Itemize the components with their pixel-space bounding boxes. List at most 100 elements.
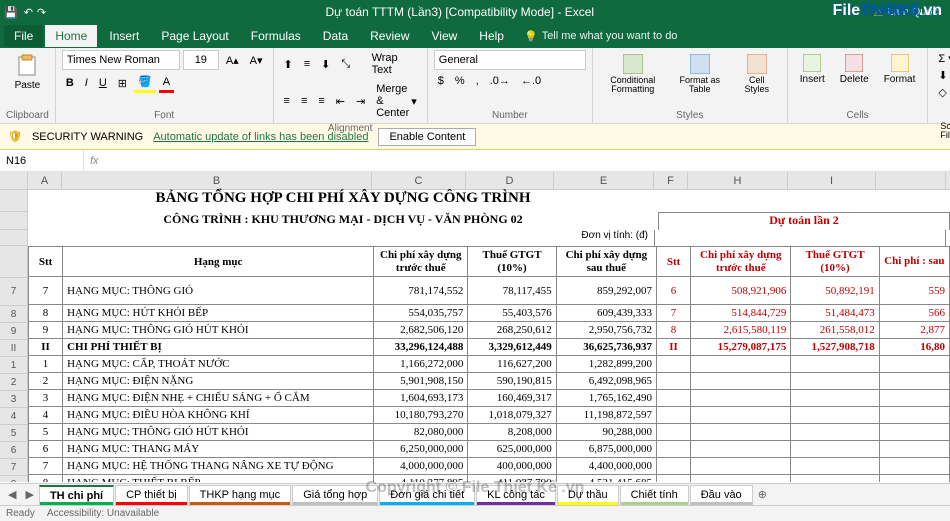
cell[interactable]: HẠNG MỤC: ĐIỀU HÒA KHÔNG KHÍ xyxy=(63,407,374,424)
row-header[interactable]: 1 xyxy=(0,357,28,374)
cell[interactable]: 1,765,162,490 xyxy=(556,390,656,407)
cell[interactable]: 82,080,000 xyxy=(374,424,468,441)
col-I[interactable]: I xyxy=(788,172,876,189)
comma-icon[interactable]: , xyxy=(472,73,483,89)
col-H[interactable]: H xyxy=(688,172,788,189)
tell-me[interactable]: 💡 Tell me what you want to do xyxy=(524,30,677,43)
row-header[interactable]: 4 xyxy=(0,408,28,425)
row-header[interactable]: 3 xyxy=(0,391,28,408)
cell[interactable]: 590,190,815 xyxy=(468,373,556,390)
row-header[interactable]: 5 xyxy=(0,425,28,442)
cell[interactable]: 116,627,200 xyxy=(468,356,556,373)
sheet-tab[interactable]: CP thiết bị xyxy=(115,485,188,505)
cell[interactable] xyxy=(691,356,791,373)
row-header[interactable]: 2 xyxy=(0,374,28,391)
row-header[interactable]: 6 xyxy=(0,442,28,459)
cell[interactable]: 400,000,000 xyxy=(468,458,556,475)
cell[interactable]: 1 xyxy=(29,356,63,373)
cell[interactable]: 5 xyxy=(29,424,63,441)
insert-button[interactable]: Insert xyxy=(794,50,831,89)
cell[interactable] xyxy=(657,424,691,441)
cell[interactable]: 7 xyxy=(29,458,63,475)
border-button[interactable]: ⊞ xyxy=(114,75,131,92)
col-F[interactable]: F xyxy=(654,172,688,189)
cell[interactable]: 411,037,790 xyxy=(468,475,556,483)
cell[interactable]: 625,000,000 xyxy=(468,441,556,458)
cell[interactable] xyxy=(657,390,691,407)
cell[interactable]: 3,329,612,449 xyxy=(468,339,556,356)
row-header[interactable]: II xyxy=(0,340,28,357)
cell[interactable] xyxy=(657,475,691,483)
cell[interactable] xyxy=(879,390,949,407)
format-table-button[interactable]: Format as Table xyxy=(670,50,730,98)
cell[interactable] xyxy=(879,356,949,373)
font-name-select[interactable] xyxy=(62,50,180,70)
sheet-tab[interactable]: Chiết tính xyxy=(620,485,689,505)
cell[interactable]: 508,921,906 xyxy=(691,277,791,305)
cell[interactable] xyxy=(879,407,949,424)
cell[interactable]: 1,282,899,200 xyxy=(556,356,656,373)
tab-review[interactable]: Review xyxy=(360,25,419,47)
align-left-icon[interactable]: ≡ xyxy=(280,93,294,109)
cell-styles-button[interactable]: Cell Styles xyxy=(733,50,781,98)
cell[interactable] xyxy=(791,458,879,475)
percent-icon[interactable]: % xyxy=(451,73,469,89)
cell[interactable]: HẠNG MỤC: HỆ THỐNG THANG NÂNG XE TỰ ĐỘNG xyxy=(63,458,374,475)
sheet-tab[interactable]: TH chi phí xyxy=(39,485,114,505)
cell[interactable] xyxy=(657,407,691,424)
cell[interactable]: HẠNG MỤC: THÔNG GIÓ xyxy=(63,277,374,305)
cell[interactable]: 51,484,473 xyxy=(791,305,879,322)
cell[interactable] xyxy=(791,424,879,441)
cell[interactable]: 609,439,333 xyxy=(556,305,656,322)
sheet-tab[interactable]: Đơn giá chi tiết xyxy=(379,485,475,505)
cell[interactable] xyxy=(791,373,879,390)
sheet-tab[interactable]: Giá tổng hợp xyxy=(292,485,378,505)
tab-view[interactable]: View xyxy=(422,25,468,47)
new-sheet-icon[interactable]: ⊕ xyxy=(754,488,771,501)
align-bottom-icon[interactable]: ⬇ xyxy=(317,56,334,73)
cell[interactable]: II xyxy=(29,339,63,356)
warning-link[interactable]: Automatic update of links has been disab… xyxy=(153,131,368,143)
clear-icon[interactable]: ◇ ▾ xyxy=(934,84,950,101)
align-right-icon[interactable]: ≡ xyxy=(314,93,328,109)
increase-font-icon[interactable]: A▴ xyxy=(222,52,243,69)
cell[interactable]: 4,400,000,000 xyxy=(556,458,656,475)
tab-formulas[interactable]: Formulas xyxy=(241,25,311,47)
col-A[interactable]: A xyxy=(28,172,62,189)
col-next[interactable] xyxy=(876,172,946,189)
cell[interactable]: 4 xyxy=(29,407,63,424)
cell[interactable]: II xyxy=(657,339,691,356)
cell[interactable]: 11,198,872,597 xyxy=(556,407,656,424)
indent-dec-icon[interactable]: ⇤ xyxy=(332,93,349,110)
cell[interactable]: 6,875,000,000 xyxy=(556,441,656,458)
cell[interactable]: 6 xyxy=(657,277,691,305)
row-header[interactable]: 9 xyxy=(0,323,28,340)
row-header[interactable]: 8 xyxy=(0,476,28,482)
cell[interactable]: 8 xyxy=(29,475,63,483)
cell[interactable]: HẠNG MỤC: THÔNG GIÓ HÚT KHÓI xyxy=(63,424,374,441)
row-header[interactable] xyxy=(0,190,28,212)
cell[interactable]: 160,469,317 xyxy=(468,390,556,407)
cell[interactable]: 1,527,908,718 xyxy=(791,339,879,356)
cell[interactable] xyxy=(691,458,791,475)
cell[interactable]: 2,615,580,119 xyxy=(691,322,791,339)
cell[interactable]: 5,901,908,150 xyxy=(374,373,468,390)
row-header[interactable]: 7 xyxy=(0,459,28,476)
tab-data[interactable]: Data xyxy=(313,25,358,47)
row-header[interactable]: 7 xyxy=(0,278,28,306)
tab-nav-next-icon[interactable]: ▶ xyxy=(21,488,37,501)
cell[interactable]: 261,558,012 xyxy=(791,322,879,339)
cell[interactable]: 16,80 xyxy=(879,339,949,356)
cell[interactable] xyxy=(691,441,791,458)
sheet-tab[interactable]: THKP hạng mục xyxy=(189,485,292,505)
conditional-formatting-button[interactable]: Conditional Formatting xyxy=(599,50,667,98)
cell[interactable]: 514,844,729 xyxy=(691,305,791,322)
enable-content-button[interactable]: Enable Content xyxy=(378,128,476,146)
cell[interactable]: 7 xyxy=(657,305,691,322)
cell[interactable]: 90,288,000 xyxy=(556,424,656,441)
cell[interactable] xyxy=(879,424,949,441)
redo-icon[interactable]: ↷ xyxy=(37,6,46,19)
cell[interactable]: 50,892,191 xyxy=(791,277,879,305)
cell[interactable]: CHI PHÍ THIẾT BỊ xyxy=(63,339,374,356)
cell[interactable]: 2,950,756,732 xyxy=(556,322,656,339)
